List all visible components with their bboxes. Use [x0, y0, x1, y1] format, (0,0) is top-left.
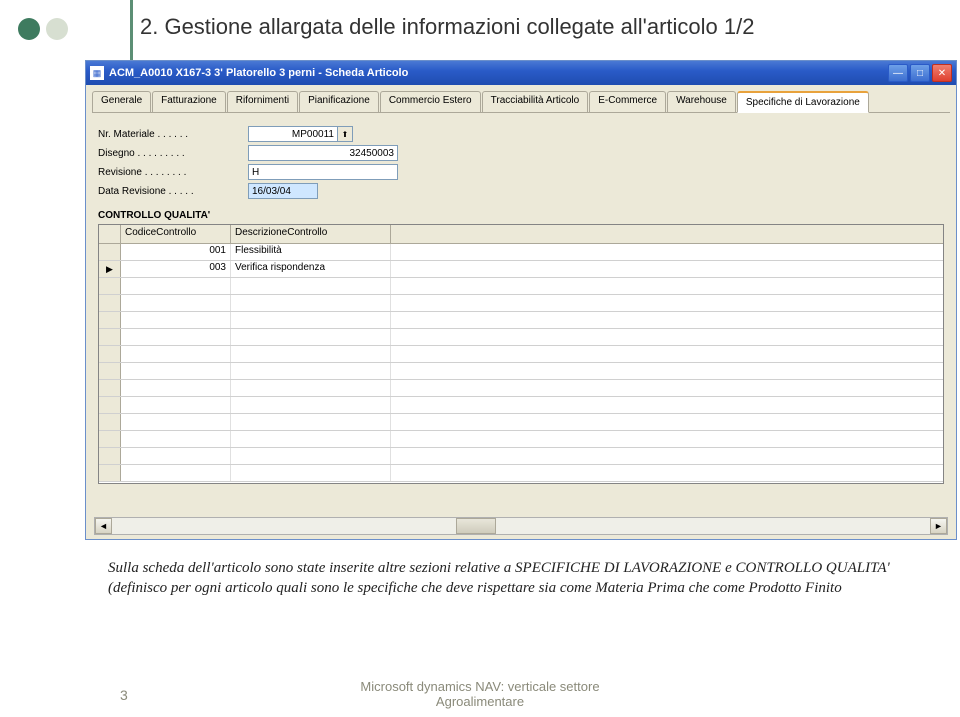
minimize-button[interactable]: — — [888, 64, 908, 82]
close-button[interactable]: ✕ — [932, 64, 952, 82]
window-title: ACM_A0010 X167-3 3' Platorello 3 perni -… — [109, 67, 888, 79]
footer-line1: Microsoft dynamics NAV: verticale settor… — [0, 679, 960, 694]
slide-body-text: Sulla scheda dell'articolo sono state in… — [108, 558, 898, 599]
footer-line2: Agroalimentare — [0, 694, 960, 709]
section-controllo-qualita: CONTROLLO QUALITA' — [98, 210, 950, 221]
data-revisione-input[interactable] — [248, 183, 318, 199]
scroll-thumb[interactable] — [456, 518, 496, 534]
tab-warehouse[interactable]: Warehouse — [667, 91, 736, 112]
quality-grid: CodiceControllo DescrizioneControllo 001… — [98, 224, 944, 484]
table-row[interactable]: ▶003Verifica rispondenza — [99, 261, 943, 278]
form-area: Nr. Materiale . . . . . . ⬆ Disegno . . … — [92, 121, 950, 200]
page-title: 2. Gestione allargata delle informazioni… — [140, 14, 754, 40]
tab-tracciabilita[interactable]: Tracciabilità Articolo — [482, 91, 589, 112]
nr-materiale-input[interactable] — [248, 126, 338, 142]
nr-materiale-label: Nr. Materiale . . . . . . — [98, 129, 248, 140]
scroll-track[interactable] — [112, 518, 930, 534]
grid-header: CodiceControllo DescrizioneControllo — [99, 225, 943, 244]
disegno-label: Disegno . . . . . . . . . — [98, 148, 248, 159]
tab-pianificazione[interactable]: Pianificazione — [299, 91, 379, 112]
table-row[interactable] — [99, 278, 943, 295]
tab-strip: Generale Fatturazione Rifornimenti Piani… — [92, 91, 950, 113]
grid-body[interactable]: 001Flessibilità▶003Verifica rispondenza — [99, 244, 943, 483]
table-row[interactable] — [99, 397, 943, 414]
table-row[interactable] — [99, 346, 943, 363]
tab-rifornimenti[interactable]: Rifornimenti — [227, 91, 298, 112]
revisione-input[interactable] — [248, 164, 398, 180]
table-row[interactable]: 001Flessibilità — [99, 244, 943, 261]
scroll-right-button[interactable]: ► — [930, 518, 947, 534]
tab-generale[interactable]: Generale — [92, 91, 151, 112]
table-row[interactable] — [99, 431, 943, 448]
window-titlebar: ▦ ACM_A0010 X167-3 3' Platorello 3 perni… — [86, 61, 956, 85]
table-row[interactable] — [99, 380, 943, 397]
scroll-left-button[interactable]: ◄ — [95, 518, 112, 534]
table-row[interactable] — [99, 329, 943, 346]
app-window: ▦ ACM_A0010 X167-3 3' Platorello 3 perni… — [85, 60, 957, 540]
footer: Microsoft dynamics NAV: verticale settor… — [0, 679, 960, 709]
table-row[interactable] — [99, 363, 943, 380]
nr-materiale-lookup[interactable]: ⬆ — [337, 126, 353, 142]
table-row[interactable] — [99, 414, 943, 431]
col-codice-controllo[interactable]: CodiceControllo — [121, 225, 231, 243]
tab-ecommerce[interactable]: E-Commerce — [589, 91, 666, 112]
tab-specifiche-lavorazione[interactable]: Specifiche di Lavorazione — [737, 91, 869, 113]
table-row[interactable] — [99, 312, 943, 329]
maximize-button[interactable]: □ — [910, 64, 930, 82]
window-icon: ▦ — [90, 66, 104, 80]
table-row[interactable] — [99, 465, 943, 482]
tab-commercio-estero[interactable]: Commercio Estero — [380, 91, 481, 112]
table-row[interactable] — [99, 448, 943, 465]
revisione-label: Revisione . . . . . . . . — [98, 167, 248, 178]
col-descrizione-controllo[interactable]: DescrizioneControllo — [231, 225, 391, 243]
tab-fatturazione[interactable]: Fatturazione — [152, 91, 226, 112]
data-revisione-label: Data Revisione . . . . . — [98, 186, 248, 197]
table-row[interactable] — [99, 295, 943, 312]
disegno-input[interactable] — [248, 145, 398, 161]
horizontal-scrollbar[interactable]: ◄ ► — [94, 517, 948, 535]
